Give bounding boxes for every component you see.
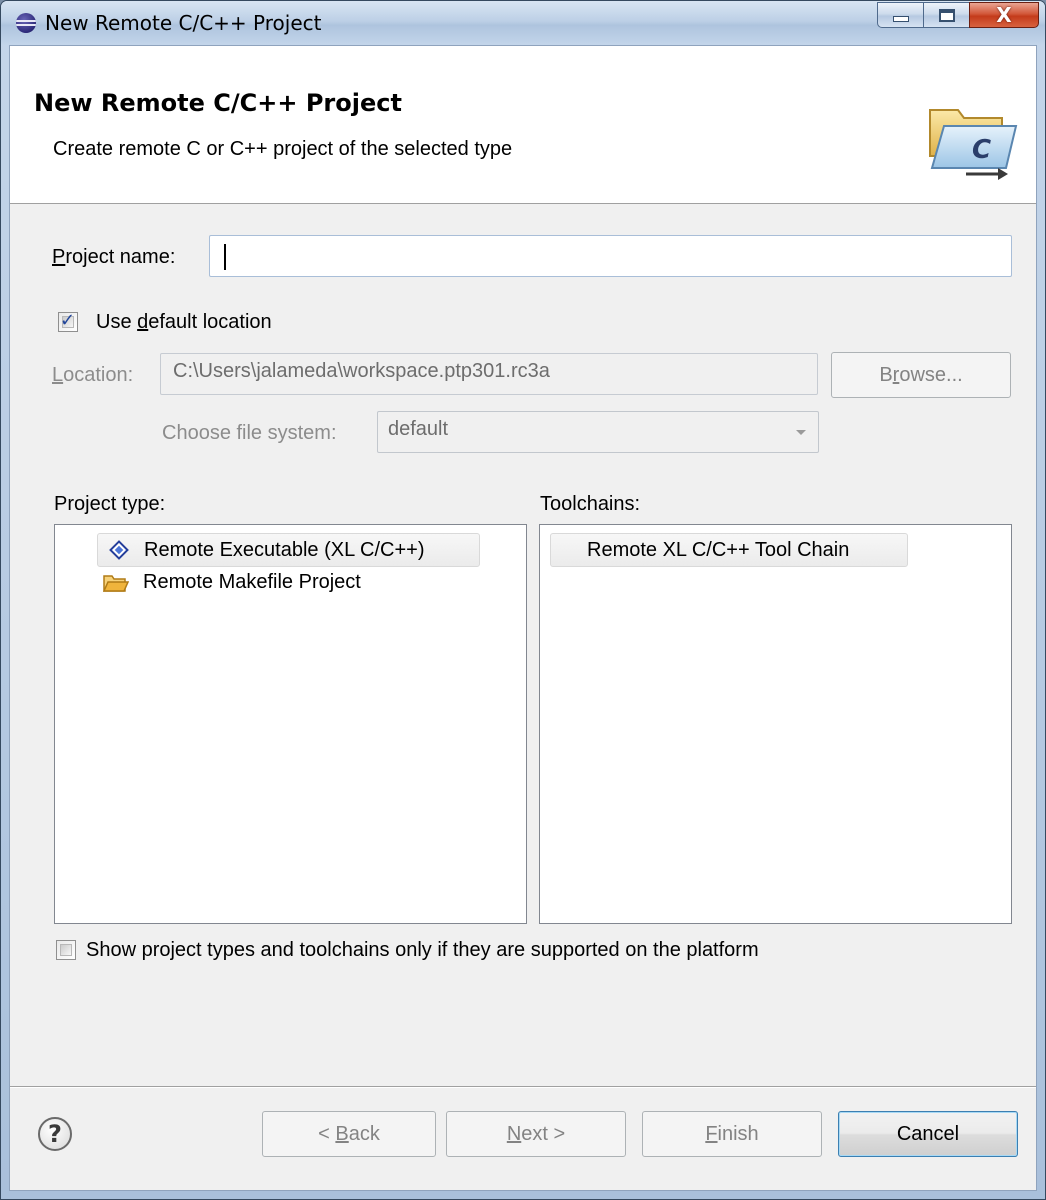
file-system-label: Choose file system: [162, 422, 337, 444]
svg-text:C: C [972, 135, 991, 165]
checkbox-fill [60, 944, 72, 956]
window-title: New Remote C/C++ Project [45, 11, 322, 35]
dialog-client: New Remote C/C++ Project Create remote C… [9, 45, 1037, 1191]
next-button[interactable]: Next > [446, 1111, 626, 1157]
minimize-icon [892, 16, 909, 22]
use-default-location-checkbox[interactable]: ✓ [58, 310, 78, 332]
location-label: Location: [52, 364, 134, 386]
supported-only-label[interactable]: Show project types and toolchains only i… [86, 939, 759, 962]
dropdown-arrow-icon [796, 430, 806, 435]
window-controls: X [877, 2, 1039, 28]
close-button[interactable]: X [969, 2, 1039, 28]
minimize-button[interactable] [877, 2, 923, 28]
project-type-item-label: Remote Executable (XL C/C++) [144, 539, 425, 561]
toolchain-item-remote-xl[interactable]: Remote XL C/C++ Tool Chain [550, 533, 908, 567]
back-button[interactable]: < Back [262, 1111, 436, 1157]
toolchains-list[interactable]: Remote XL C/C++ Tool Chain [539, 524, 1012, 924]
maximize-icon [938, 8, 955, 22]
use-default-location-label[interactable]: Use default location [96, 311, 272, 334]
file-system-select[interactable]: default [377, 411, 819, 453]
eclipse-icon [16, 13, 36, 33]
title-bar[interactable]: New Remote C/C++ Project X [1, 1, 1045, 45]
wizard-title: New Remote C/C++ Project [34, 89, 402, 117]
project-type-item-label: Remote Makefile Project [143, 571, 361, 593]
footer-separator [10, 1086, 1036, 1088]
close-icon: X [996, 3, 1012, 27]
wizard-description: Create remote C or C++ project of the se… [53, 138, 513, 160]
project-type-label: Project type: [54, 493, 166, 515]
toolchains-label: Toolchains: [540, 493, 641, 515]
supported-only-checkbox[interactable] [56, 940, 76, 960]
location-input[interactable]: C:\Users\jalameda\workspace.ptp301.rc3a [160, 353, 818, 395]
checkmark-icon: ✓ [60, 310, 76, 331]
folder-icon [103, 575, 129, 592]
help-icon[interactable]: ? [38, 1117, 72, 1151]
cancel-button[interactable]: Cancel [838, 1111, 1018, 1157]
text-caret [224, 244, 226, 270]
diamond-icon [109, 540, 129, 560]
project-type-tree[interactable]: Remote Executable (XL C/C++) Remote Make… [54, 524, 527, 924]
c-project-folder-icon: C [929, 109, 1018, 180]
project-name-label: Project name: [52, 246, 176, 268]
maximize-button[interactable] [923, 2, 969, 28]
project-name-input[interactable] [209, 235, 1012, 277]
project-type-item-remote-executable[interactable]: Remote Executable (XL C/C++) [97, 533, 480, 567]
browse-button[interactable]: Browse... [831, 352, 1011, 398]
finish-button[interactable]: Finish [642, 1111, 822, 1157]
toolchain-item-label: Remote XL C/C++ Tool Chain [587, 539, 850, 561]
dialog-window: New Remote C/C++ Project X New Remote C/… [0, 0, 1046, 1200]
project-type-item-remote-makefile[interactable]: Remote Makefile Project [97, 565, 480, 599]
wizard-header: New Remote C/C++ Project Create remote C… [10, 46, 1036, 204]
